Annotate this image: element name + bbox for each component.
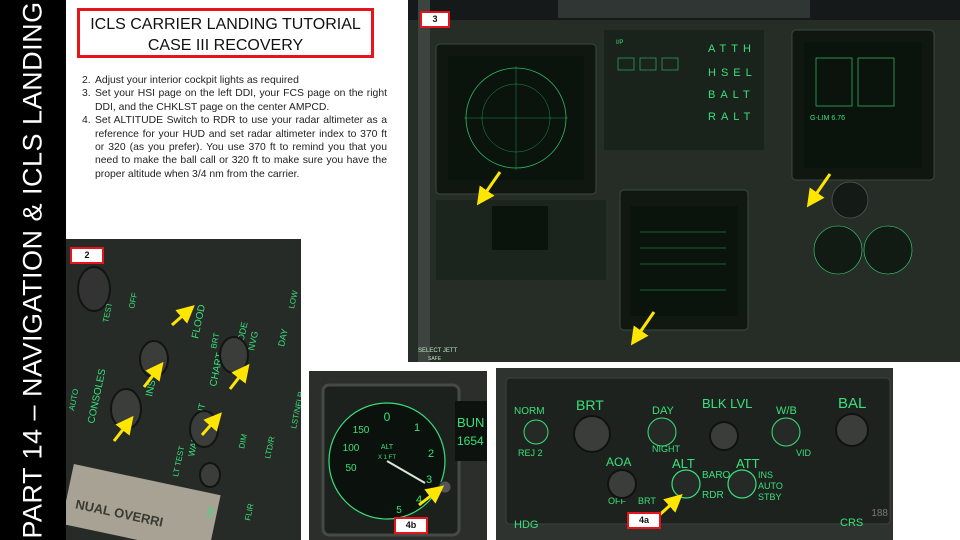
callout-badge: 3 xyxy=(420,11,450,28)
g-limit-readout: G-LIM 6.76 xyxy=(810,115,845,122)
norm-rej-switch[interactable] xyxy=(523,419,549,445)
inst-pnl-knob[interactable] xyxy=(139,340,169,378)
cockpit-illustration: ATTH HSEL BALT RALT I/P G-LIM 6.76 SELEC… xyxy=(408,0,960,362)
step-item: 4. Set ALTITUDE Switch to RDR to use your… xyxy=(82,114,387,181)
gauge-unit-label: X 1 FT xyxy=(378,455,396,461)
ufc-option-ralt: RALT xyxy=(708,111,755,123)
step-item: 3. Set your HSI page on the left DDI, you… xyxy=(82,87,387,114)
crs-label: CRS xyxy=(840,517,863,529)
aoa-label: AOA xyxy=(606,455,631,469)
select-jett-label: SELECT JETT xyxy=(418,348,458,354)
ipf-label: I/P xyxy=(616,40,623,46)
step-item: 2. Adjust your interior cockpit lights as… xyxy=(82,74,387,87)
gauge-mark-0: 0 xyxy=(384,410,391,424)
gauge-mark-50: 50 xyxy=(345,463,357,474)
blk-lvl-label: BLK LVL xyxy=(702,396,752,411)
flood-knob[interactable] xyxy=(77,266,111,312)
gauge-mark-100: 100 xyxy=(343,443,360,454)
chart-knob[interactable] xyxy=(219,336,249,374)
lights-panel-screenshot: NUAL OVERRI CONSOLES INST PNL FLOOD CHAR… xyxy=(66,239,301,540)
hud-panel-illustration: BRT DAY BLK LVL W/B BAL NORM REJ 2 AOA N… xyxy=(496,368,893,540)
rdr-label: RDR xyxy=(702,490,724,501)
section-title: PART 14 – NAVIGATION & ICLS LANDING xyxy=(17,1,48,539)
callout-badge: 4a xyxy=(627,512,661,529)
step-number: 2. xyxy=(82,75,91,86)
gauge-mark-2: 2 xyxy=(428,448,434,460)
title-box: ICLS CARRIER LANDING TUTORIAL CASE III R… xyxy=(77,8,374,58)
rej-label: REJ 2 xyxy=(518,448,543,458)
steps-list: 2. Adjust your interior cockpit lights as… xyxy=(82,74,387,181)
gauge-mark-150: 150 xyxy=(353,425,370,436)
step-text: Set ALTITUDE Switch to RDR to use your r… xyxy=(95,115,387,180)
gauge-mark-5: 5 xyxy=(396,505,402,516)
page-title: ICLS CARRIER LANDING TUTORIAL xyxy=(90,16,361,33)
ufc-option-balt: BALT xyxy=(708,89,755,101)
radar-altimeter-illustration: 0 1 2 3 4 5 50 100 150 ALT X 1 FT BUN 16… xyxy=(309,371,487,540)
aoa-knob[interactable] xyxy=(607,469,637,499)
wb-switch[interactable] xyxy=(771,417,801,447)
vid-label: VID xyxy=(796,448,812,458)
stby-label: STBY xyxy=(758,492,782,502)
warn-caut-knob[interactable] xyxy=(189,410,219,448)
consoles-knob[interactable] xyxy=(110,388,142,430)
page-number: 188 xyxy=(871,508,888,519)
hdg-label: HDG xyxy=(514,519,538,531)
cockpit-screenshot: ATTH HSEL BALT RALT I/P G-LIM 6.76 SELEC… xyxy=(408,0,960,362)
blk-lvl-knob[interactable] xyxy=(709,421,739,451)
alt-switch[interactable] xyxy=(671,469,701,499)
aoa-brt-label: BRT xyxy=(638,496,656,506)
att-label: ATT xyxy=(736,456,760,471)
step-number: 4. xyxy=(82,115,91,127)
bal-label: BAL xyxy=(838,395,866,412)
att-switch[interactable] xyxy=(727,469,757,499)
callout-badge: 2 xyxy=(70,247,104,264)
lights-panel-illustration: NUAL OVERRI CONSOLES INST PNL FLOOD CHAR… xyxy=(66,239,301,540)
bal-knob[interactable] xyxy=(835,413,869,447)
hud-control-panel-screenshot: BRT DAY BLK LVL W/B BAL NORM REJ 2 AOA N… xyxy=(496,368,893,540)
norm-label: NORM xyxy=(514,406,545,417)
brt-label: BRT xyxy=(576,397,604,413)
step-text: Adjust your interior cockpit lights as r… xyxy=(95,75,299,86)
step-number: 3. xyxy=(82,88,91,100)
gauge-mark-3: 3 xyxy=(426,474,432,486)
index-set-knob[interactable] xyxy=(438,480,452,494)
safe-label: SAFE xyxy=(428,356,442,362)
alt-label: ALT xyxy=(672,456,695,471)
step-text: Set your HSI page on the left DDI, your … xyxy=(95,88,387,113)
day-night-switch[interactable] xyxy=(647,417,677,447)
callout-badge: 4b xyxy=(394,517,428,534)
wb-label: W/B xyxy=(776,405,797,417)
bun-number: 1654 xyxy=(457,434,484,448)
auto-label: AUTO xyxy=(758,481,783,491)
lt-test-switch[interactable] xyxy=(199,462,221,488)
baro-label: BARO xyxy=(702,470,731,481)
brt-knob[interactable] xyxy=(573,415,611,453)
radar-altimeter-screenshot: 0 1 2 3 4 5 50 100 150 ALT X 1 FT BUN 16… xyxy=(309,371,487,540)
day-label: DAY xyxy=(652,405,674,417)
page-subtitle: CASE III RECOVERY xyxy=(147,37,304,54)
ufc-option-atth: ATTH xyxy=(708,43,756,55)
ufc-option-hsel: HSEL xyxy=(708,67,757,79)
sidebar: PART 14 – NAVIGATION & ICLS LANDING xyxy=(0,0,66,540)
gauge-mark-1: 1 xyxy=(414,422,420,434)
bun-label: BUN xyxy=(457,415,484,430)
gauge-alt-label: ALT xyxy=(381,444,394,451)
ins-label: INS xyxy=(758,470,773,480)
